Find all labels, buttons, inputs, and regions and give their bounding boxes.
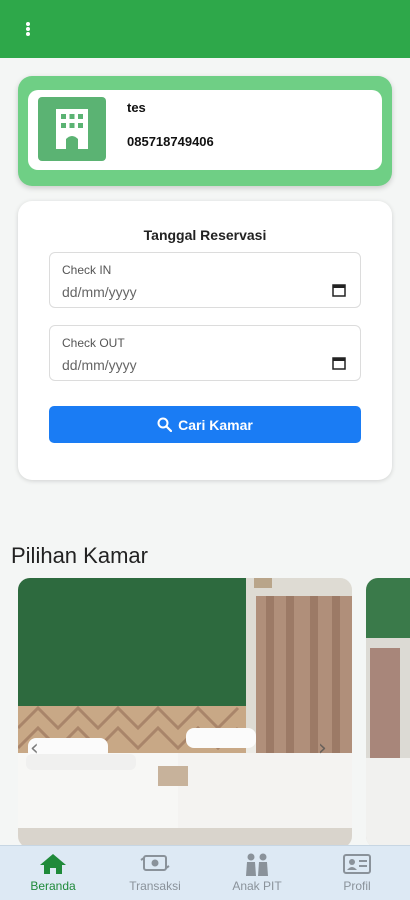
money-icon <box>140 855 170 871</box>
room-photo <box>18 578 352 848</box>
check-in-placeholder: dd/mm/yyyy <box>62 284 137 300</box>
room-card[interactable]: ‹ › <box>18 578 352 848</box>
search-rooms-label: Cari Kamar <box>178 416 253 433</box>
nav-item-transaksi[interactable]: Transaksi <box>104 846 206 900</box>
kebab-menu-icon[interactable] <box>18 17 38 41</box>
id-card-icon <box>343 854 371 874</box>
check-in-field[interactable]: Check IN dd/mm/yyyy <box>49 252 361 308</box>
search-icon <box>157 417 173 432</box>
calendar-icon[interactable] <box>332 283 346 297</box>
nav-label-anak-pit: Anak PIT <box>232 879 282 893</box>
nav-label-beranda: Beranda <box>30 879 76 893</box>
check-in-label: Check IN <box>62 263 112 277</box>
nav-item-beranda[interactable]: Beranda <box>2 846 104 900</box>
rooms-section-title: Pilihan Kamar <box>11 543 148 568</box>
people-icon <box>246 853 268 876</box>
profile-card-inner: tes 085718749406 <box>28 90 382 170</box>
top-app-bar <box>0 0 410 58</box>
reservation-card: Tanggal Reservasi Check IN dd/mm/yyyy Ch… <box>18 201 392 480</box>
search-rooms-button[interactable]: Cari Kamar <box>49 406 361 443</box>
reservation-title: Tanggal Reservasi <box>143 227 267 243</box>
check-out-placeholder: dd/mm/yyyy <box>62 357 137 373</box>
bottom-nav: Beranda Transaksi Anak PIT Profil <box>0 845 410 900</box>
room-card[interactable] <box>366 578 410 848</box>
nav-item-anak-pit[interactable]: Anak PIT <box>206 846 308 900</box>
nav-item-profil[interactable]: Profil <box>306 846 408 900</box>
check-out-label: Check OUT <box>62 336 125 350</box>
nav-label-profil: Profil <box>343 879 371 893</box>
room-photo <box>366 578 410 848</box>
home-icon <box>40 854 66 874</box>
check-out-field[interactable]: Check OUT dd/mm/yyyy <box>49 325 361 381</box>
profile-card: tes 085718749406 <box>18 76 392 186</box>
nav-label-transaksi: Transaksi <box>129 879 181 893</box>
profile-name: tes <box>127 100 146 115</box>
calendar-icon[interactable] <box>332 356 346 370</box>
carousel-prev-icon[interactable]: ‹ <box>30 736 39 761</box>
carousel-next-icon[interactable]: › <box>318 736 327 761</box>
profile-phone: 085718749406 <box>127 134 214 149</box>
hotel-building-icon <box>38 97 106 161</box>
